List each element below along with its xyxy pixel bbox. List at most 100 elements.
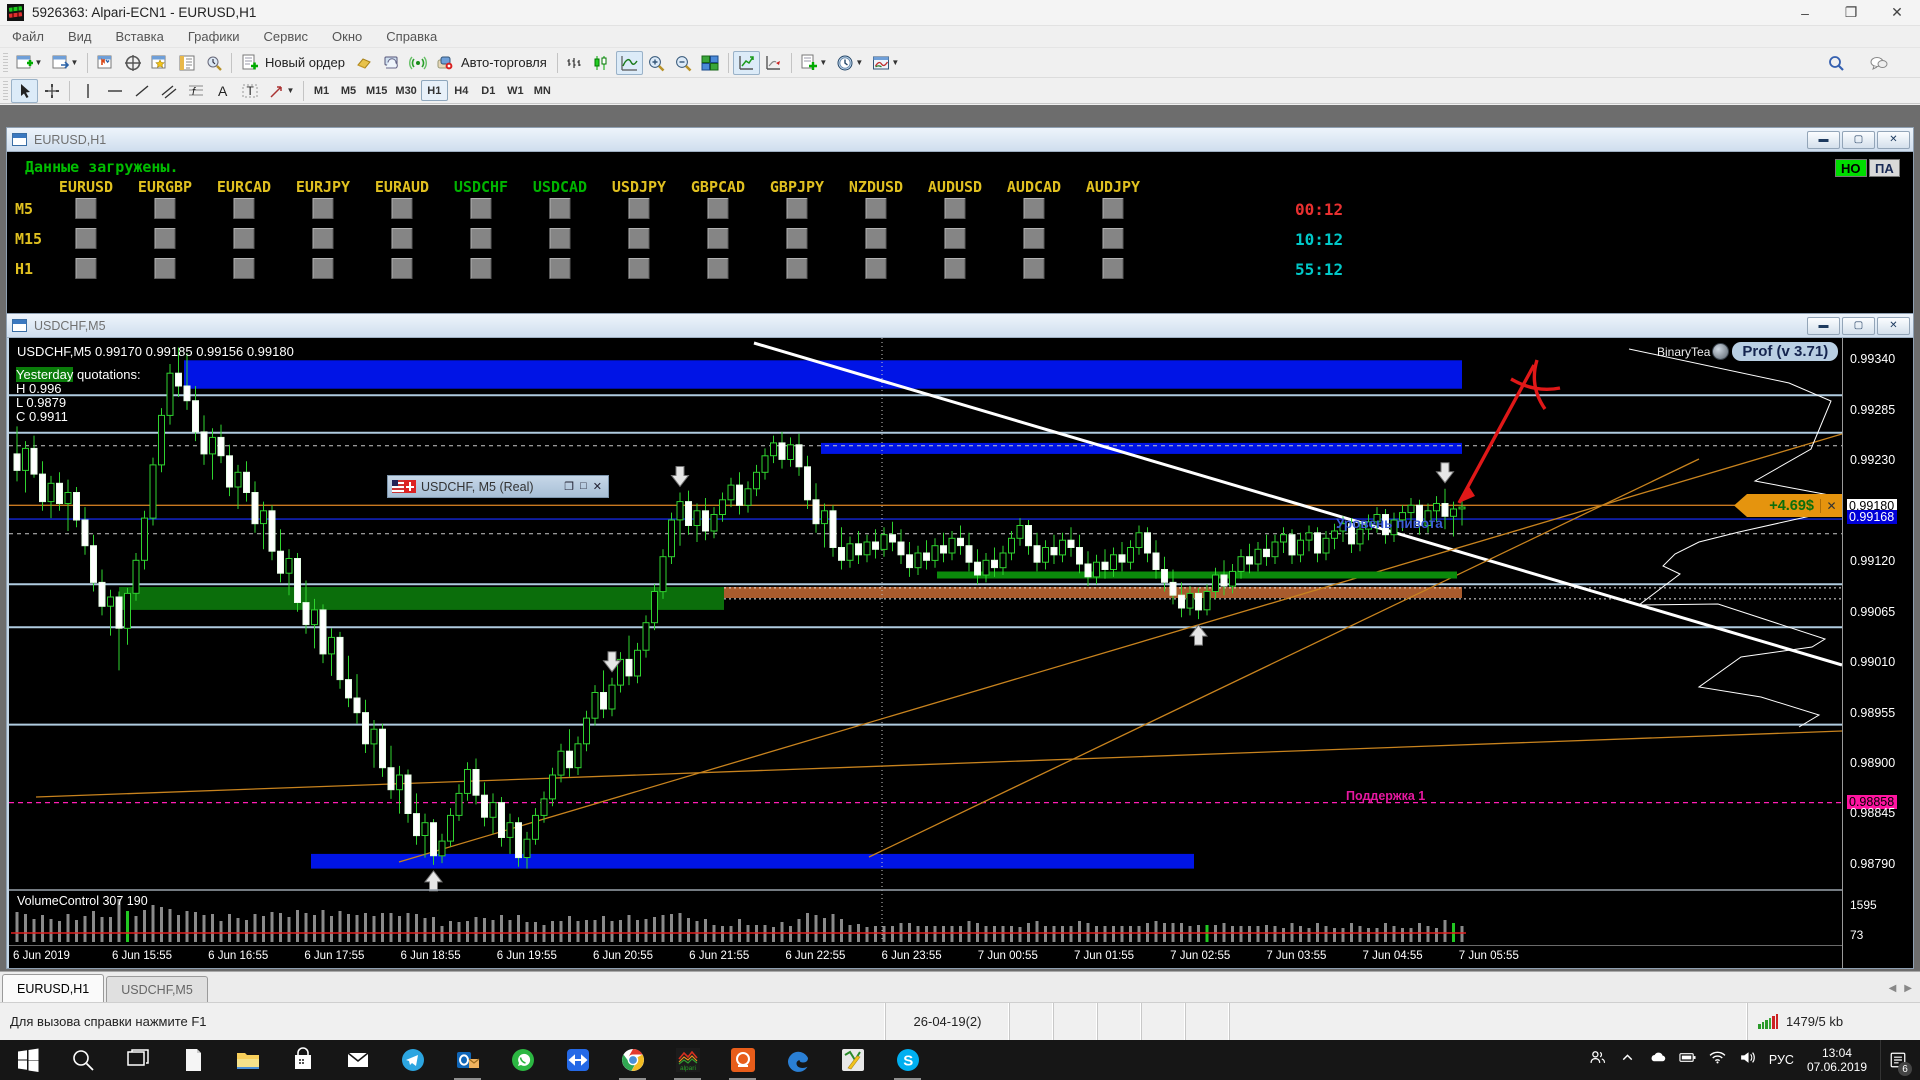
onedrive-cloud-icon[interactable] xyxy=(1649,1049,1666,1071)
strategy-tester-button[interactable] xyxy=(200,51,227,75)
tray-clock[interactable]: 13:04 07.06.2019 xyxy=(1807,1046,1867,1074)
auto-trading-label[interactable]: Авто-торговля xyxy=(461,55,547,70)
channel-button[interactable] xyxy=(155,79,182,103)
chart-candles-button[interactable] xyxy=(589,51,616,75)
window-usdchf-titlebar[interactable]: USDCHF,M5 ▬ ▢ ✕ xyxy=(7,314,1913,338)
timeframe-m5[interactable]: M5 xyxy=(335,80,362,101)
mini-chart-panel[interactable]: USDCHF, M5 (Real) ❐ □ ✕ xyxy=(387,475,609,498)
text-button[interactable]: A xyxy=(209,79,236,103)
profiles-button[interactable]: ▼ xyxy=(47,51,83,75)
taskbar-telegram-icon[interactable] xyxy=(385,1040,440,1080)
taskbar-store-icon[interactable] xyxy=(275,1040,330,1080)
window-eurusd-titlebar[interactable]: EURUSD,H1 ▬ ▢ ✕ xyxy=(7,128,1913,152)
vline-button[interactable] xyxy=(74,79,101,103)
tile-windows-button[interactable] xyxy=(697,51,724,75)
crosshair-button[interactable] xyxy=(38,79,65,103)
timeframe-m1[interactable]: M1 xyxy=(308,80,335,101)
taskbar-task-view-icon[interactable] xyxy=(110,1040,165,1080)
menu-item-вставка[interactable]: Вставка xyxy=(104,27,176,46)
taskbar-whatsapp-icon[interactable] xyxy=(495,1040,550,1080)
timeframe-m15[interactable]: M15 xyxy=(362,80,391,101)
timeframe-m30[interactable]: M30 xyxy=(391,80,420,101)
mini-close-icon[interactable]: ✕ xyxy=(593,480,602,493)
menu-item-графики[interactable]: Графики xyxy=(176,27,252,46)
navigator-button[interactable] xyxy=(146,51,173,75)
dropdown-arrow-icon[interactable]: ▼ xyxy=(71,58,79,67)
zoom-in-button[interactable] xyxy=(643,51,670,75)
child-close-button[interactable]: ✕ xyxy=(1877,131,1910,149)
tabs-scroll-left-icon[interactable]: ◀ xyxy=(1889,983,1897,994)
menu-item-справка[interactable]: Справка xyxy=(374,27,449,46)
volume-icon[interactable] xyxy=(1739,1049,1756,1071)
toolbar-grip[interactable] xyxy=(3,53,8,73)
mini-maximize-icon[interactable]: □ xyxy=(580,480,587,493)
trendline-button[interactable] xyxy=(128,79,155,103)
menu-item-окно[interactable]: Окно xyxy=(320,27,374,46)
chat-button[interactable] xyxy=(1865,51,1892,75)
dropdown-arrow-icon[interactable]: ▼ xyxy=(855,58,863,67)
chart-line-button[interactable] xyxy=(616,51,643,75)
child-maximize-button[interactable]: ▢ xyxy=(1842,131,1875,149)
shapes-button[interactable]: ▼ xyxy=(263,79,299,103)
taskbar-notepad-icon[interactable] xyxy=(165,1040,220,1080)
close-button[interactable]: ✕ xyxy=(1874,0,1920,25)
menu-item-файл[interactable]: Файл xyxy=(0,27,56,46)
timeframe-h4[interactable]: H4 xyxy=(448,80,475,101)
metaeditor-button[interactable] xyxy=(351,51,378,75)
timeframe-w1[interactable]: W1 xyxy=(502,80,529,101)
taskbar-alpari-icon[interactable]: alpari xyxy=(660,1040,715,1080)
dropdown-arrow-icon[interactable]: ▼ xyxy=(35,58,43,67)
indicator-button-pa[interactable]: ПА xyxy=(1869,159,1900,177)
restore-button[interactable]: ❐ xyxy=(1828,0,1874,25)
taskbar-outlook-icon[interactable] xyxy=(440,1040,495,1080)
signals-button[interactable] xyxy=(405,51,432,75)
vps-button[interactable] xyxy=(378,51,405,75)
tabs-scroll-right-icon[interactable]: ▶ xyxy=(1904,983,1912,994)
menu-item-вид[interactable]: Вид xyxy=(56,27,104,46)
fibonacci-button[interactable]: f xyxy=(182,79,209,103)
taskbar-mail-icon[interactable] xyxy=(330,1040,385,1080)
search-button[interactable] xyxy=(1822,51,1849,75)
child-minimize-button[interactable]: ▬ xyxy=(1807,317,1840,335)
taskbar-mt4-icon[interactable] xyxy=(715,1040,770,1080)
terminal-button[interactable] xyxy=(173,51,200,75)
taskbar-start-icon[interactable] xyxy=(0,1040,55,1080)
language-indicator[interactable]: РУС xyxy=(1769,1053,1794,1067)
add-indicator-button[interactable]: ▼ xyxy=(796,51,832,75)
hidden-icons-chevron-icon[interactable] xyxy=(1619,1049,1636,1071)
taskbar-chrome-icon[interactable] xyxy=(605,1040,660,1080)
child-minimize-button[interactable]: ▬ xyxy=(1807,131,1840,149)
indicator-up-button[interactable] xyxy=(733,51,760,75)
taskbar-metaeditor-app-icon[interactable] xyxy=(825,1040,880,1080)
dropdown-arrow-icon[interactable]: ▼ xyxy=(819,58,827,67)
taskbar-edge-icon[interactable] xyxy=(770,1040,825,1080)
child-maximize-button[interactable]: ▢ xyxy=(1842,317,1875,335)
timeframe-h1[interactable]: H1 xyxy=(421,80,448,101)
chart-area[interactable]: 6 Jun 20196 Jun 15:556 Jun 16:556 Jun 17… xyxy=(7,338,1913,968)
taskbar-teamviewer-icon[interactable] xyxy=(550,1040,605,1080)
chart-bars-button[interactable] xyxy=(562,51,589,75)
wifi-icon[interactable] xyxy=(1709,1049,1726,1071)
new-chart-button[interactable]: ▼ xyxy=(11,51,47,75)
notification-center-icon[interactable]: 6 xyxy=(1880,1040,1914,1080)
new-order-button[interactable] xyxy=(236,51,263,75)
market-watch-button[interactable] xyxy=(92,51,119,75)
taskbar-skype-icon[interactable]: S xyxy=(880,1040,935,1080)
periods-button[interactable]: ▼ xyxy=(832,51,868,75)
people-icon[interactable] xyxy=(1589,1049,1606,1071)
label-button[interactable]: T xyxy=(236,79,263,103)
zoom-out-button[interactable] xyxy=(670,51,697,75)
timeframe-d1[interactable]: D1 xyxy=(475,80,502,101)
indicator-cursor-button[interactable] xyxy=(760,51,787,75)
dropdown-arrow-icon[interactable]: ▼ xyxy=(287,86,295,95)
data-window-button[interactable] xyxy=(119,51,146,75)
toolbar-grip[interactable] xyxy=(3,81,8,101)
child-close-button[interactable]: ✕ xyxy=(1877,317,1910,335)
new-order-label[interactable]: Новый ордер xyxy=(265,55,345,70)
timeframe-mn[interactable]: MN xyxy=(529,80,556,101)
cursor-button[interactable] xyxy=(11,79,38,103)
chart-tab-usdchf-m5[interactable]: USDCHF,M5 xyxy=(106,976,208,1002)
templates-button[interactable]: ▼ xyxy=(868,51,904,75)
profit-close-icon[interactable]: ✕ xyxy=(1820,499,1842,513)
menu-item-сервис[interactable]: Сервис xyxy=(252,27,321,46)
